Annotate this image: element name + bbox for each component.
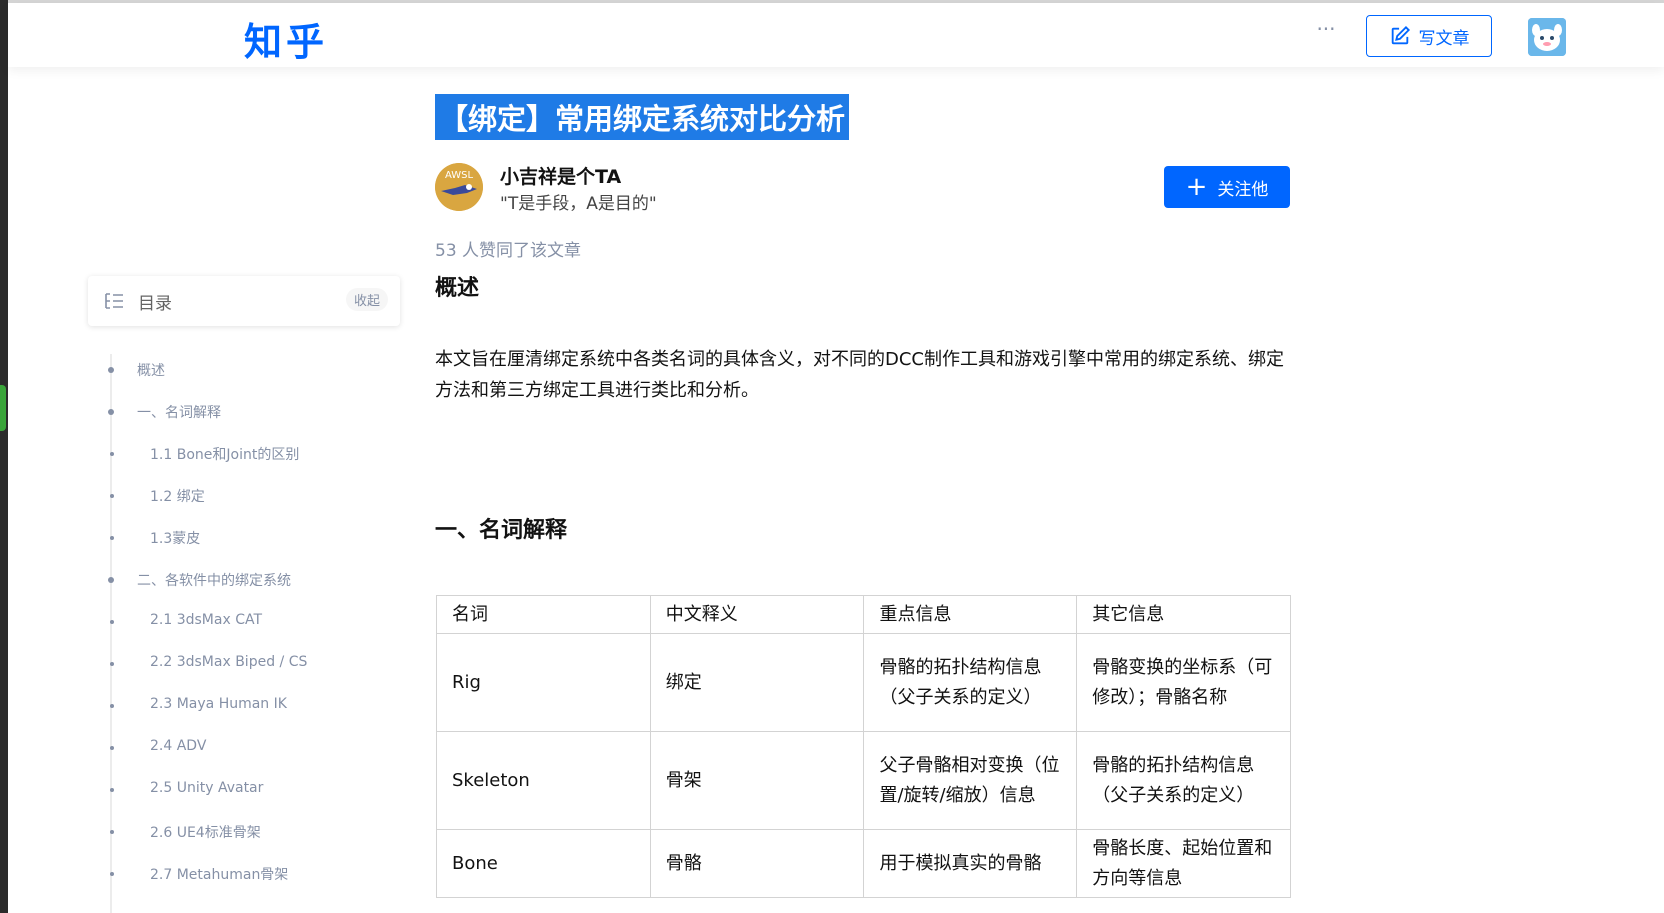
table-header-cell: 其它信息: [1076, 595, 1291, 634]
table-header-cell: 重点信息: [863, 595, 1078, 634]
table-header-row: 名词 中文释义 重点信息 其它信息: [436, 595, 1291, 634]
avatar-image: [1528, 18, 1566, 56]
user-avatar[interactable]: [1528, 18, 1566, 56]
toc-item[interactable]: 2.7 Metahuman骨架: [150, 864, 288, 884]
author-avatar[interactable]: AWSL: [435, 163, 483, 211]
toc-list-icon: [105, 293, 123, 309]
section-heading-overview: 概述: [435, 276, 480, 301]
toc-bullet: [110, 746, 114, 750]
toc-item[interactable]: 一、名词解释: [137, 402, 221, 422]
toc-bullet: [108, 577, 114, 583]
table-row: Rig 绑定 骨骼的拓扑结构信息（父子关系的定义） 骨骼变换的坐标系（可修改）；…: [436, 633, 1291, 732]
toc-item[interactable]: 1.1 Bone和Joint的区别: [150, 444, 299, 464]
article-title: 【绑定】常用绑定系统对比分析: [435, 94, 850, 140]
toc-item[interactable]: 2.4 ADV: [150, 738, 206, 754]
toc-item[interactable]: 2.6 UE4标准骨架: [150, 822, 261, 842]
section-heading-terms: 一、名词解释: [435, 518, 568, 543]
toc-bullet: [110, 704, 114, 708]
toc-bullet: [110, 536, 114, 540]
toc-item[interactable]: 二、各软件中的绑定系统: [137, 570, 291, 590]
table-cell: Rig: [436, 633, 651, 732]
toc-collapse-button[interactable]: 收起: [345, 288, 388, 311]
zhihu-logo[interactable]: 知乎: [244, 11, 328, 66]
terms-table: 名词 中文释义 重点信息 其它信息 Rig 绑定 骨骼的拓扑结构信息（父子关系的…: [436, 595, 1291, 898]
toc-bullet: [108, 367, 114, 373]
follow-label: 关注他: [1217, 179, 1269, 200]
toc-item[interactable]: 2.3 Maya Human IK: [150, 696, 287, 712]
table-cell: 骨骼长度、起始位置和方向等信息: [1076, 829, 1291, 898]
author-avatar-text: AWSL: [445, 170, 474, 181]
toc-item[interactable]: 1.3蒙皮: [150, 528, 200, 548]
toc-header: 目录 收起: [88, 276, 400, 326]
toc-item[interactable]: 2.1 3dsMax CAT: [150, 612, 262, 628]
toc-bullet: [110, 788, 114, 792]
toc-bullet: [110, 452, 114, 456]
table-header-cell: 中文释义: [649, 595, 865, 634]
table-cell: 绑定: [649, 633, 865, 732]
author-bio: "T是手段，A是目的": [500, 194, 657, 214]
toc-item[interactable]: 2.5 Unity Avatar: [150, 780, 263, 796]
table-cell: 骨骼的拓扑结构信息（父子关系的定义）: [863, 633, 1078, 732]
follow-button[interactable]: + 关注他: [1164, 166, 1290, 208]
toc-item[interactable]: 概述: [137, 360, 165, 380]
toc-bullet: [108, 409, 114, 415]
toc-bullet: [110, 662, 114, 666]
write-article-button[interactable]: 写文章: [1366, 15, 1492, 57]
table-cell: 骨骼: [649, 829, 865, 898]
table-header-cell: 名词: [436, 595, 651, 634]
more-options-button[interactable]: ···: [1308, 17, 1344, 47]
table-cell: 骨骼的拓扑结构信息（父子关系的定义）: [1076, 731, 1291, 830]
table-cell: 父子骨骼相对变换（位置/旋转/缩放）信息: [863, 731, 1078, 830]
top-header: 知乎 ··· 写文章: [8, 3, 1664, 67]
table-cell: 用于模拟真实的骨骼: [863, 829, 1078, 898]
article-title-wrap: 【绑定】常用绑定系统对比分析: [435, 94, 850, 140]
overview-paragraph: 本文旨在厘清绑定系统中各类名词的具体含义，对不同的DCC制作工具和游戏引擎中常用…: [435, 349, 1284, 401]
table-cell: 骨架: [649, 731, 865, 830]
table-cell: 骨骼变换的坐标系（可修改）；骨骼名称: [1076, 633, 1291, 732]
edge-indicator: [0, 385, 6, 431]
author-avatar-image: AWSL: [435, 163, 483, 211]
plus-icon: +: [1185, 172, 1208, 202]
likes-count: 53 人赞同了该文章: [435, 241, 582, 261]
author-name[interactable]: 小吉祥是个TA: [500, 162, 621, 189]
toc-bullet: [110, 620, 114, 624]
write-article-label: 写文章: [1418, 28, 1470, 49]
left-window-edge: [0, 0, 8, 913]
table-row: Skeleton 骨架 父子骨骼相对变换（位置/旋转/缩放）信息 骨骼的拓扑结构…: [436, 731, 1291, 830]
table-row: Bone 骨骼 用于模拟真实的骨骼 骨骼长度、起始位置和方向等信息: [436, 829, 1291, 898]
toc-bullet: [110, 872, 114, 876]
toc-bullet: [110, 494, 114, 498]
toc-bullet: [110, 830, 114, 834]
toc-label: 目录: [138, 294, 172, 314]
table-cell: Bone: [436, 829, 651, 898]
toc-item[interactable]: 2.2 3dsMax Biped / CS: [150, 654, 307, 670]
edit-icon: [1391, 25, 1410, 45]
toc-item[interactable]: 1.2 绑定: [150, 486, 205, 506]
table-cell: Skeleton: [436, 731, 651, 830]
